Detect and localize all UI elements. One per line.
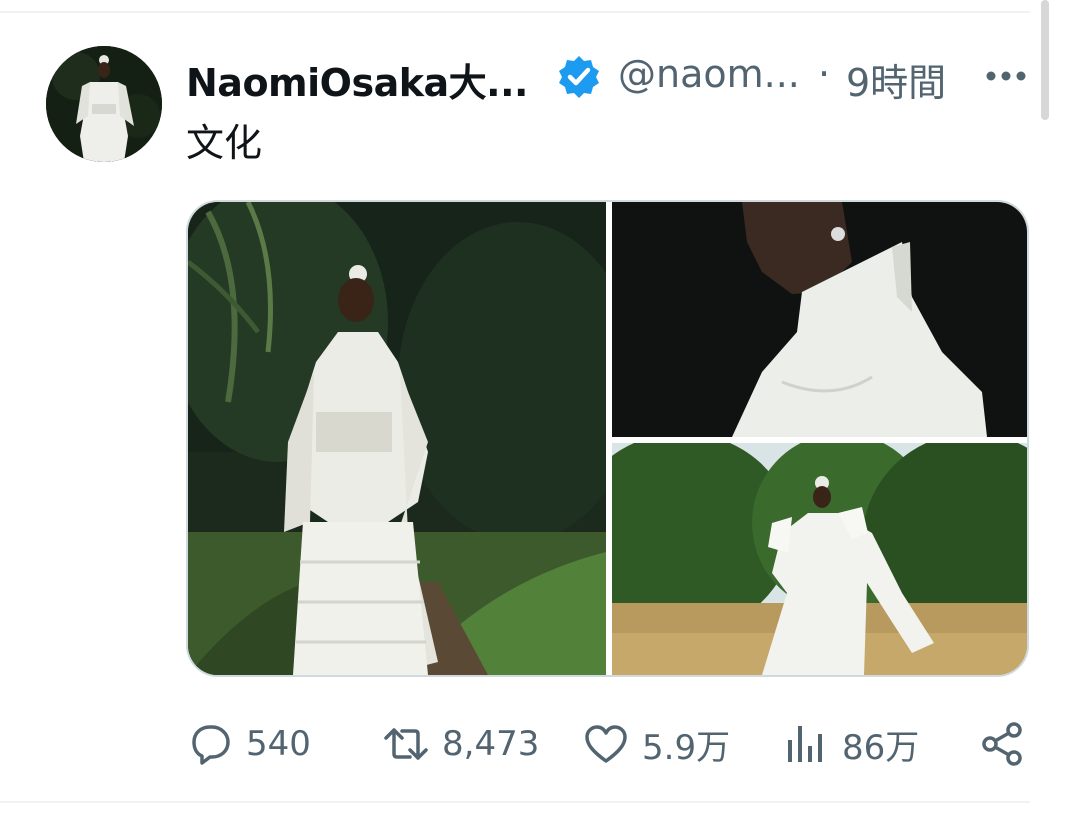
like-button[interactable]: 5.9万 [582, 716, 730, 772]
tweet-text: 文化 [186, 121, 263, 165]
verified-badge-icon[interactable] [556, 54, 602, 100]
like-icon [585, 725, 627, 763]
share-button[interactable] [978, 716, 1026, 772]
views-count: 86万 [842, 727, 920, 768]
timestamp[interactable]: 9時間 [846, 52, 946, 107]
bottom-divider [0, 801, 1030, 803]
action-bar: 540 8,473 5.9万 86万 [186, 716, 1029, 772]
like-count: 5.9万 [642, 727, 731, 768]
views-icon [788, 726, 822, 762]
share-icon [982, 722, 1022, 766]
photo-field-pose[interactable] [612, 443, 1027, 675]
retweet-button[interactable]: 8,473 [382, 716, 539, 772]
media-grid [186, 200, 1029, 677]
retweet-icon [384, 728, 428, 760]
reply-count: 540 [246, 724, 311, 764]
avatar[interactable] [46, 46, 162, 162]
top-divider [0, 11, 1030, 13]
reply-icon [192, 725, 230, 765]
photo-profile-closeup[interactable] [612, 202, 1027, 437]
views-button[interactable]: 86万 [782, 716, 919, 772]
reply-button[interactable]: 540 [186, 716, 311, 772]
handle[interactable]: @naom... [618, 52, 800, 96]
photo-forest-portrait[interactable] [188, 202, 606, 675]
display-name[interactable]: NaomiOsaka大... [186, 52, 528, 107]
separator-dot: · [818, 52, 831, 96]
more-icon[interactable] [984, 66, 1028, 86]
retweet-count: 8,473 [442, 724, 540, 764]
tweet-header: NaomiOsaka大... @naom... · 9時間 [186, 48, 1046, 107]
